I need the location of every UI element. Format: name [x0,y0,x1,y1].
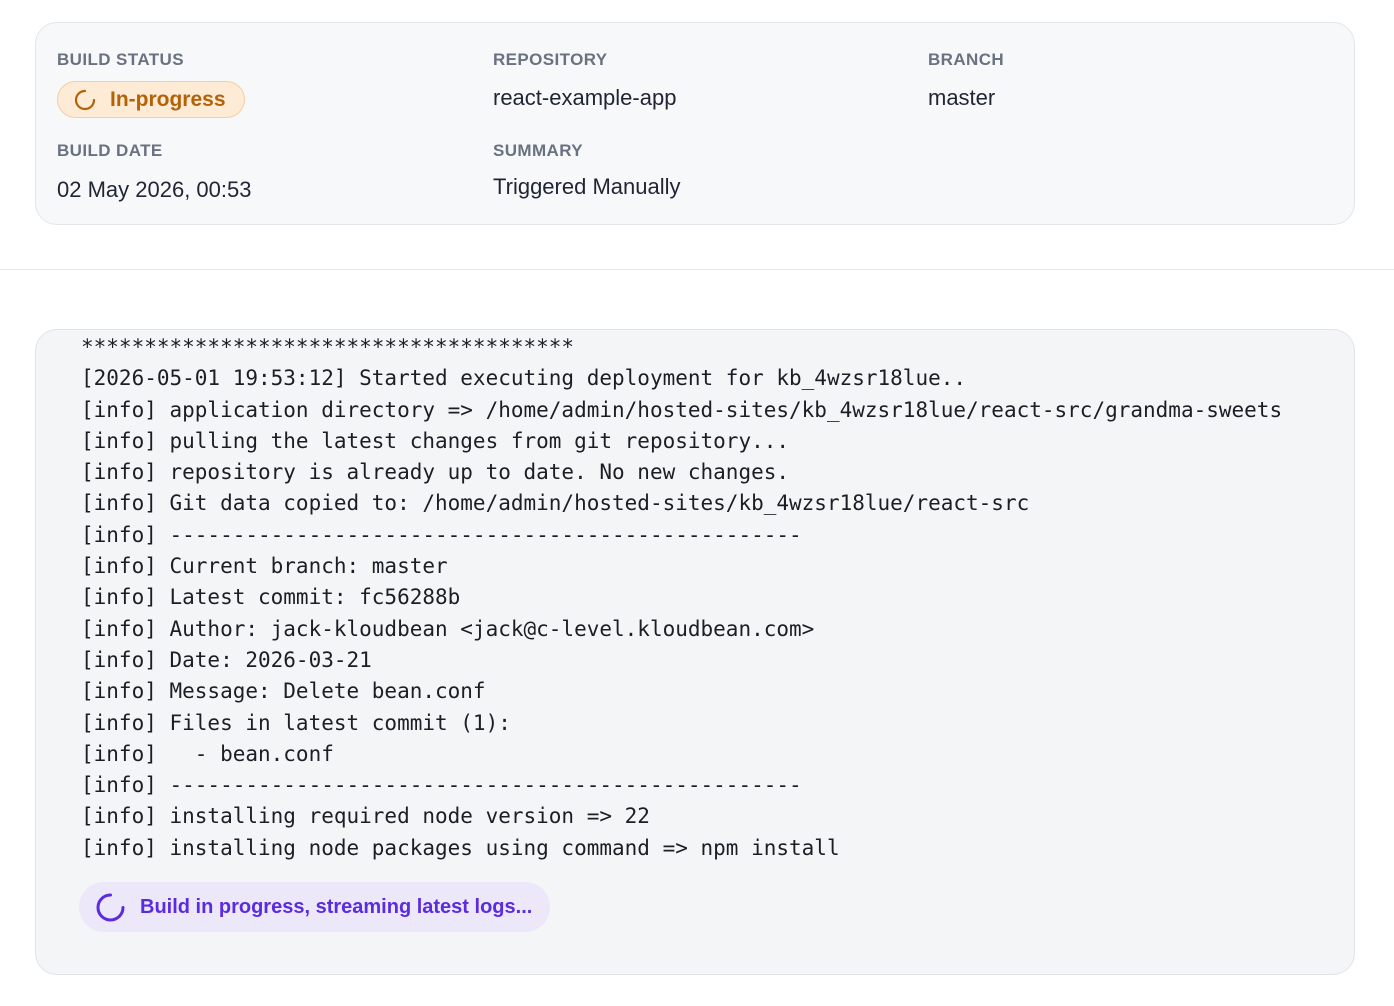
build-date-field: Build Date 02 May 2026, 00:53 [57,141,251,203]
log-line: [info] pulling the latest changes from g… [81,428,790,453]
status-badge: In-progress [57,81,245,118]
log-line: [info] Files in latest commit (1): [81,710,511,735]
streaming-status-pill: Build in progress, streaming latest logs… [79,882,551,932]
log-lines: *************************************** … [81,332,1282,864]
log-line: [info] repository is already up to date.… [81,460,790,485]
status-badge-label: In-progress [110,87,226,111]
build-log-panel[interactable]: *************************************** … [35,329,1355,975]
build-date-label: Build Date [57,141,163,160]
spinner-icon [95,892,126,923]
summary-field: Summary Triggered Manually [493,141,681,200]
repository-value: react-example-app [493,85,677,110]
log-line: [info] Message: Delete bean.conf [81,679,486,704]
branch-label: Branch [928,50,1005,69]
log-line: [info] - bean.conf [81,741,334,766]
build-info-card: Build Status In-progress Repository reac… [35,22,1355,225]
log-line: [info] Current branch: master [81,554,448,579]
log-line: [info] Latest commit: fc56288b [81,585,461,610]
log-line: *************************************** [81,335,575,359]
branch-field: Branch master [928,50,1004,111]
spinner-icon [74,89,96,111]
branch-value: master [928,85,996,110]
log-line: [info] installing node packages using co… [81,835,840,860]
section-divider [0,269,1394,270]
summary-value: Triggered Manually [493,174,681,199]
repository-label: Repository [493,50,608,69]
log-line: [2026-05-01 19:53:12] Started executing … [81,366,967,391]
log-line: [info] Git data copied to: /home/admin/h… [81,491,1030,516]
log-line: [info] installing required node version … [81,804,650,829]
build-status-field: Build Status In-progress [57,50,245,118]
streaming-status-label: Build in progress, streaming latest logs… [140,895,533,918]
repository-field: Repository react-example-app [493,50,676,111]
log-line: [info] ---------------------------------… [81,522,802,547]
log-line: [info] application directory => /home/ad… [81,397,1283,422]
log-line: [info] Author: jack-kloudbean <jack@c-le… [81,616,815,641]
build-status-label: Build Status [57,50,184,69]
log-line: [info] Date: 2026-03-21 [81,647,372,672]
log-line: [info] ---------------------------------… [81,773,802,798]
summary-label: Summary [493,141,583,160]
build-date-value: 02 May 2026, 00:53 [57,177,252,202]
